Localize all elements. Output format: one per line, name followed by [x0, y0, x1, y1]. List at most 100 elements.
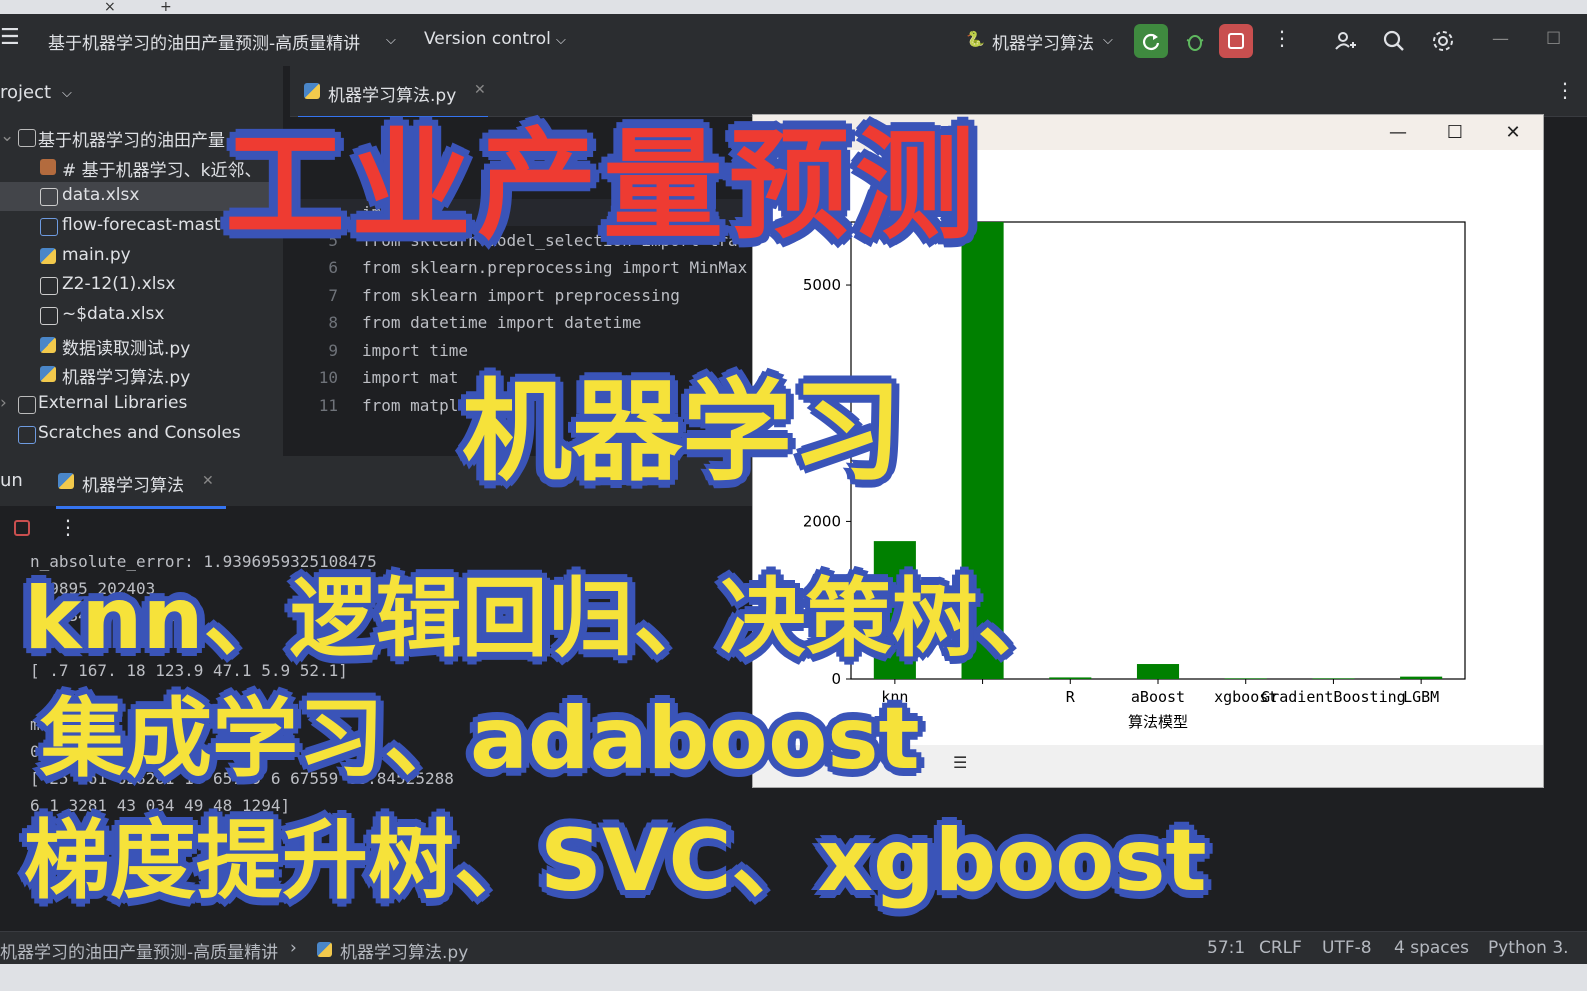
overlay-subtitle: 机器学习 — [462, 368, 902, 496]
code-line: 7 from sklearn import preprocessing — [328, 286, 680, 305]
library-icon — [18, 396, 36, 414]
more-vertical-icon[interactable]: ⋮ — [1555, 78, 1575, 102]
run-tab-label: 机器学习算法 — [82, 476, 184, 496]
chevron-down-icon: ⌵ — [556, 33, 566, 48]
settings-button[interactable] — [1426, 24, 1460, 58]
tree-item-label: Z2-12(1).xlsx — [62, 274, 176, 294]
chevron-down-icon: ⌄ — [0, 126, 15, 146]
browser-tab-strip: × + — [0, 0, 1587, 14]
window-maximize-button[interactable]: ☐ — [1546, 29, 1561, 49]
sliders-icon[interactable]: ☰ — [953, 753, 967, 772]
overlay-line-1: knn、逻辑回归、决策树、 — [24, 569, 1064, 669]
version-control-menu[interactable]: Version control — [424, 29, 551, 49]
add-user-button[interactable] — [1328, 24, 1362, 58]
tree-item-label: External Libraries — [38, 393, 188, 413]
unknown-file-icon — [40, 277, 58, 295]
more-vertical-icon[interactable]: ⋮ — [1272, 26, 1292, 50]
user-plus-icon — [1335, 32, 1356, 50]
console-line: 0 — [30, 742, 40, 761]
python-interpreter[interactable]: Python 3. — [1488, 938, 1569, 958]
stop-icon — [1228, 33, 1244, 49]
tree-item-label: ~$data.xlsx — [62, 304, 165, 324]
stop-button[interactable] — [1219, 24, 1253, 58]
tree-item-temp-xlsx[interactable]: ~$data.xlsx — [0, 301, 283, 330]
tree-item-ml-algo-py[interactable]: 机器学习算法.py — [0, 360, 283, 389]
zip-icon — [40, 218, 58, 236]
chevron-right-icon: › — [290, 938, 297, 958]
indent-setting[interactable]: 4 spaces — [1394, 938, 1469, 958]
tree-item-label: data.xlsx — [62, 185, 140, 205]
search-button[interactable] — [1377, 24, 1411, 58]
scratches-icon — [18, 426, 36, 444]
status-bar: 机器学习的油田产量预测-高质量精讲 › 机器学习算法.py 57:1 CRLF … — [0, 931, 1587, 965]
bar — [1136, 664, 1180, 679]
chevron-down-icon: ⌵ — [386, 33, 396, 48]
tree-item-external-libraries[interactable]: › External Libraries — [0, 390, 283, 419]
window-minimize-button[interactable]: — — [1492, 29, 1509, 49]
debug-button[interactable] — [1178, 24, 1212, 58]
tree-item-label: main.py — [62, 245, 131, 265]
python-icon — [40, 366, 56, 382]
more-vertical-icon[interactable]: ⋮ — [58, 515, 78, 539]
search-icon — [1383, 30, 1404, 51]
bar — [1049, 677, 1092, 679]
close-button[interactable]: ✕ — [1498, 120, 1528, 146]
tree-item-label: 基于机器学习的油田产量 — [38, 131, 225, 151]
python-icon — [58, 473, 74, 489]
x-tick-label: aBoost — [1131, 688, 1185, 706]
file-encoding[interactable]: UTF-8 — [1322, 938, 1372, 958]
chevron-right-icon: › — [0, 393, 7, 413]
overlay-title: 工业产量预测 — [225, 117, 981, 256]
taskbar-strip — [0, 964, 1587, 991]
tree-item-scratches[interactable]: Scratches and Consoles — [0, 420, 283, 449]
python-icon: 🐍 — [966, 30, 985, 48]
y-tick-label: 5000 — [803, 276, 841, 294]
minimize-button[interactable]: — — [1383, 120, 1413, 146]
gear-icon — [1433, 31, 1453, 51]
python-icon — [317, 942, 332, 957]
tree-item-label: 机器学习算法.py — [62, 368, 191, 388]
x-axis-label: 算法模型 — [1128, 713, 1188, 731]
python-icon — [40, 248, 56, 264]
chevron-down-icon: ⌵ — [1103, 33, 1113, 48]
project-selector[interactable]: 基于机器学习的油田产量预测-高质量精讲 — [48, 29, 360, 54]
run-tab[interactable]: 机器学习算法 ✕ — [56, 464, 226, 509]
code-line: 8 from datetime import datetime — [328, 313, 642, 332]
hamburger-icon[interactable]: ☰ — [0, 25, 20, 50]
markdown-icon — [40, 159, 56, 175]
tree-item-read-test-py[interactable]: 数据读取测试.py — [0, 331, 283, 360]
x-tick-label: GradientBoosting — [1261, 688, 1406, 706]
line-separator[interactable]: CRLF — [1259, 938, 1302, 958]
run-tool-label: un — [0, 470, 23, 491]
bar — [1312, 678, 1355, 679]
stop-icon[interactable] — [14, 520, 30, 536]
tree-item-label: 数据读取测试.py — [62, 339, 191, 359]
tree-item-z2-xlsx[interactable]: Z2-12(1).xlsx — [0, 271, 283, 300]
breadcrumb-file[interactable]: 机器学习算法.py — [340, 938, 468, 963]
breadcrumb-project[interactable]: 机器学习的油田产量预测-高质量精讲 — [0, 938, 278, 963]
tab-close-icon[interactable]: × — [104, 0, 116, 14]
rerun-icon — [1143, 33, 1160, 50]
rerun-button[interactable] — [1134, 24, 1168, 58]
close-icon[interactable]: ✕ — [202, 473, 214, 489]
overlay-line-3: 梯度提升树、SVC、xgboost — [24, 811, 1207, 911]
chevron-down-icon: ⌵ — [62, 86, 72, 101]
x-tick-label: R — [1066, 688, 1076, 706]
caret-position[interactable]: 57:1 — [1207, 938, 1245, 958]
bar — [1224, 678, 1267, 679]
python-icon — [40, 337, 56, 353]
bug-icon — [1186, 35, 1204, 51]
folder-icon — [18, 129, 36, 147]
ide-title-bar: ☰ 基于机器学习的油田产量预测-高质量精讲 ⌵ Version control … — [0, 14, 1587, 67]
x-tick-label: LGBM — [1403, 688, 1439, 706]
overlay-line-2: 集成学习、adaboost — [40, 689, 920, 789]
bar — [1400, 676, 1443, 679]
y-tick-label: 2000 — [803, 512, 841, 530]
unknown-file-icon — [40, 307, 58, 325]
project-header[interactable]: roject — [0, 82, 51, 103]
unknown-file-icon — [40, 188, 58, 206]
run-config-selector[interactable]: 机器学习算法 — [992, 29, 1094, 54]
maximize-button[interactable]: ☐ — [1440, 120, 1470, 146]
new-tab-icon[interactable]: + — [160, 0, 172, 14]
tree-item-label: Scratches and Consoles — [38, 423, 241, 443]
